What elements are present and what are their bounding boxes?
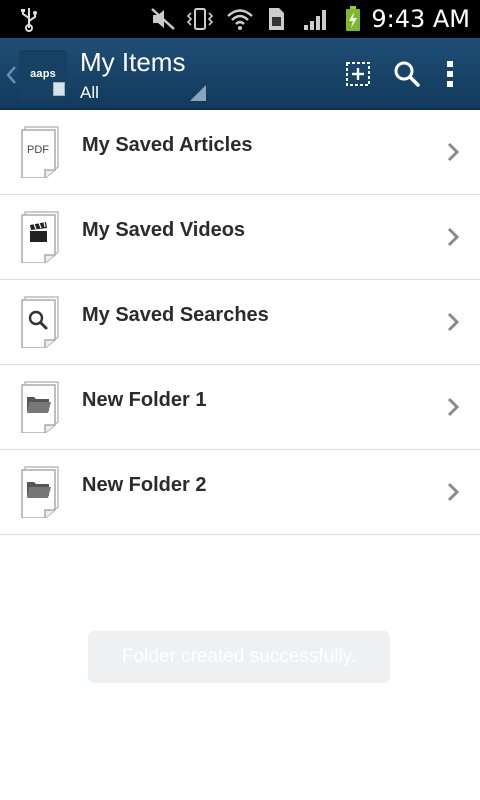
list-item-label: My Saved Searches	[82, 304, 269, 326]
signal-icon	[300, 0, 332, 38]
list-item[interactable]: My Saved Videos	[0, 195, 480, 280]
list-item[interactable]: My Saved Searches	[0, 280, 480, 365]
list-item[interactable]: New Folder 2	[0, 450, 480, 535]
list-item-label: My Saved Articles	[82, 134, 253, 156]
filter-selected-value[interactable]: All	[80, 83, 99, 103]
vibrate-icon	[184, 0, 216, 38]
overflow-menu-icon	[447, 61, 453, 87]
action-bar: aaps My Items All	[0, 38, 480, 110]
mute-icon	[148, 0, 178, 38]
folder-icon	[20, 464, 62, 519]
search-button[interactable]	[389, 56, 425, 92]
add-folder-icon	[346, 62, 370, 86]
pdf-icon-text: PDF	[27, 144, 49, 156]
chevron-right-icon	[446, 226, 460, 248]
toast-message: Folder created successfully.	[88, 631, 390, 683]
up-caret-icon[interactable]	[4, 64, 18, 86]
chevron-right-icon	[446, 481, 460, 503]
sim-icon	[264, 0, 288, 38]
add-folder-button[interactable]	[340, 56, 376, 92]
search-icon	[20, 294, 62, 349]
chevron-right-icon	[446, 396, 460, 418]
items-list: PDF My Saved Articles My Saved Videos My…	[0, 110, 480, 535]
chevron-right-icon	[446, 141, 460, 163]
folder-icon	[20, 379, 62, 434]
usb-icon	[16, 0, 42, 38]
clock: 9:43 AM	[371, 5, 470, 33]
pdf-icon: PDF	[20, 124, 62, 179]
list-item-label: My Saved Videos	[82, 219, 246, 241]
status-bar: 9:43 AM	[0, 0, 480, 38]
list-item[interactable]: New Folder 1	[0, 365, 480, 450]
list-item-label: New Folder 2	[82, 474, 207, 496]
search-icon	[394, 61, 420, 87]
battery-charging-icon	[340, 0, 366, 38]
video-clapper-icon	[20, 209, 62, 264]
page-title[interactable]: My Items	[80, 47, 185, 78]
list-item[interactable]: PDF My Saved Articles	[0, 110, 480, 195]
account-badge-icon	[53, 82, 65, 96]
logo-text: aaps	[30, 68, 56, 80]
overflow-menu-button[interactable]	[432, 56, 468, 92]
wifi-icon	[224, 0, 256, 38]
dropdown-triangle-icon[interactable]	[188, 83, 208, 103]
list-item-label: New Folder 1	[82, 389, 207, 411]
chevron-right-icon	[446, 311, 460, 333]
